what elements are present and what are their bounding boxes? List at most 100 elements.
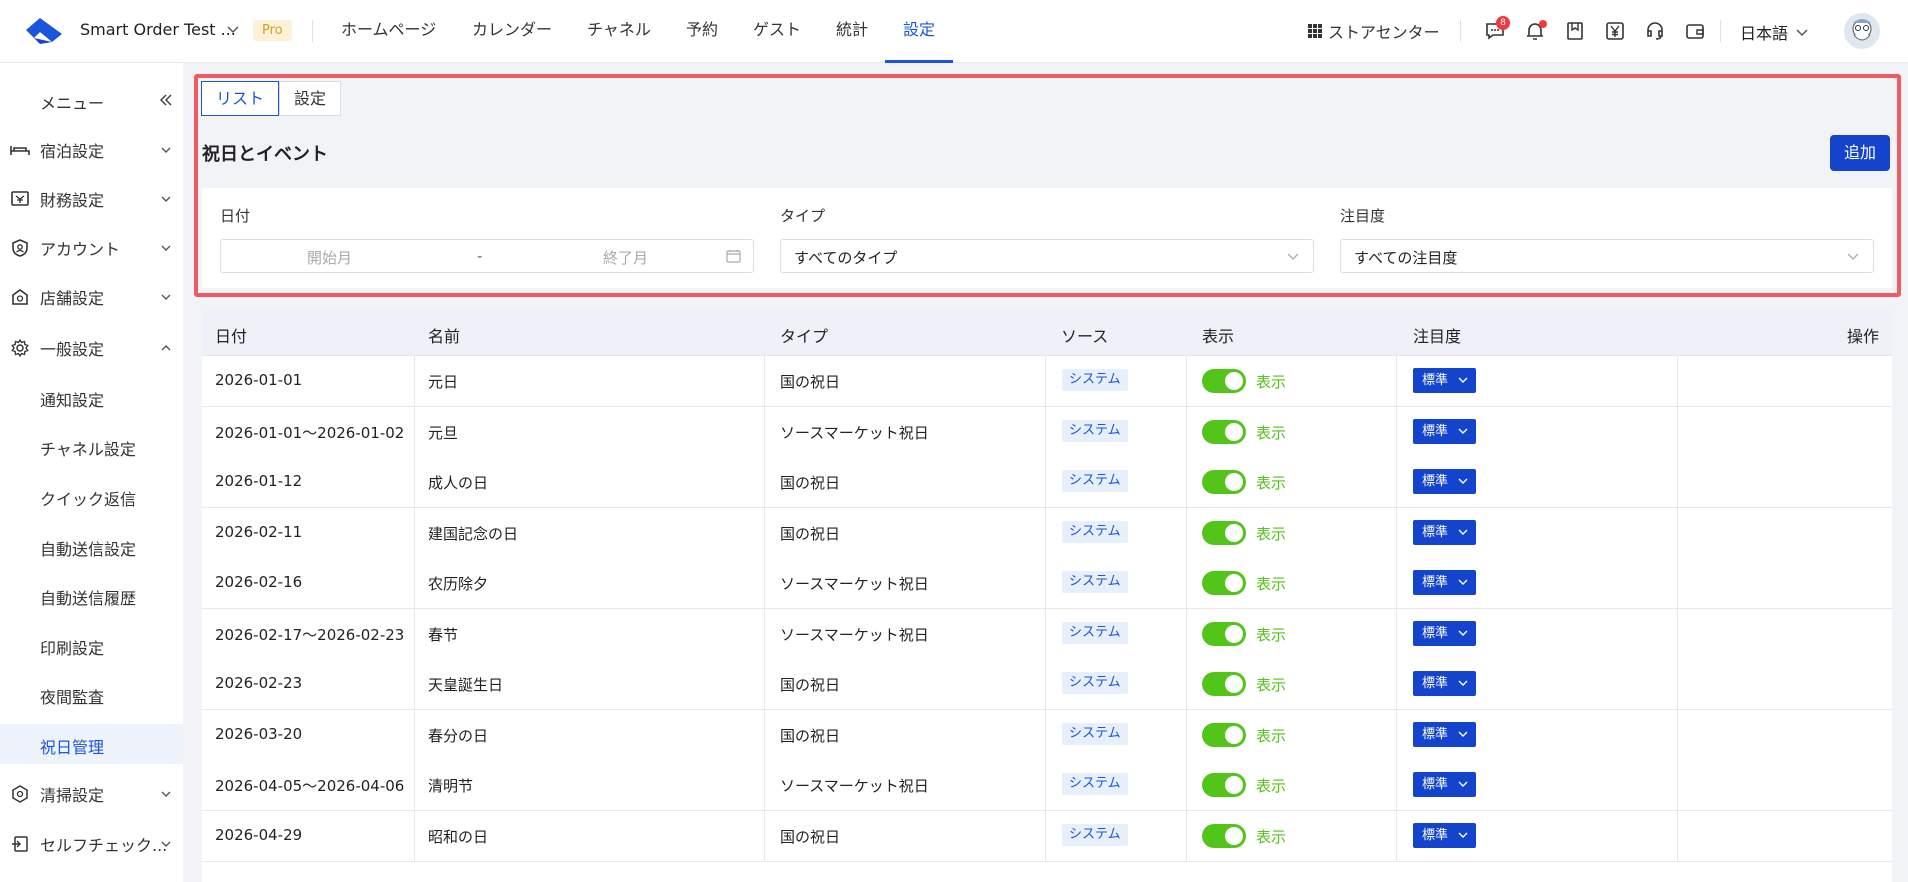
nav-divider: [312, 20, 313, 42]
column-divider: [1677, 810, 1678, 861]
sidebar-sub-auto-send[interactable]: 自動送信設定: [0, 526, 183, 566]
display-toggle[interactable]: [1202, 722, 1246, 747]
type-select[interactable]: すべてのタイプ: [780, 239, 1314, 273]
attention-level-dropdown[interactable]: 標準: [1413, 721, 1476, 747]
attention-level-dropdown[interactable]: 標準: [1413, 469, 1476, 494]
sidebar-item-cleaning[interactable]: 清掃設定: [0, 774, 183, 814]
source-tag: システム: [1062, 369, 1128, 391]
nav-reservation[interactable]: 予約: [686, 0, 718, 63]
bookmark-icon[interactable]: [1564, 20, 1586, 42]
end-month-input[interactable]: 終了月: [603, 247, 648, 268]
chevron-down-icon: [161, 147, 171, 153]
display-toggle[interactable]: [1202, 571, 1246, 595]
display-toggle[interactable]: [1202, 621, 1246, 646]
column-header-source: ソース: [1061, 327, 1109, 346]
cell-name: 天皇誕生日: [428, 676, 504, 694]
display-status: 表示: [1256, 423, 1287, 442]
display-status: 表示: [1256, 726, 1287, 745]
store-name[interactable]: Smart Order Test ...: [80, 20, 236, 39]
sidebar-sub-print[interactable]: 印刷設定: [0, 625, 183, 665]
table-row: 2026-02-23 天皇誕生日 国の祝日 システム 表示 標準: [202, 659, 1892, 710]
nav-guest[interactable]: ゲスト: [753, 0, 801, 63]
cell-name: 清明节: [428, 777, 474, 795]
sidebar-item-finance[interactable]: 財務設定: [0, 179, 183, 219]
column-divider: [1045, 457, 1046, 507]
language-selector[interactable]: 日本語: [1740, 20, 1808, 44]
sidebar-item-label: 一般設定: [40, 340, 105, 359]
sidebar-item-account[interactable]: アカウント: [0, 228, 183, 268]
attention-level-label: 標準: [1422, 676, 1449, 691]
display-toggle[interactable]: [1202, 369, 1246, 393]
display-status: 表示: [1256, 373, 1287, 391]
attention-level-dropdown[interactable]: 標準: [1413, 772, 1476, 797]
sidebar-sub-auto-send-history[interactable]: 自動送信履歴: [0, 575, 183, 615]
sidebar-item-general[interactable]: 一般設定: [0, 328, 183, 368]
display-toggle[interactable]: [1202, 419, 1246, 444]
filter-panel: 日付 開始月 - 終了月 タイプ すべてのタイプ 注目度 すべての注目度: [202, 188, 1892, 288]
start-month-input[interactable]: 開始月: [307, 247, 352, 268]
attention-level-dropdown[interactable]: 標準: [1413, 418, 1476, 444]
column-header-attention: 注目度: [1413, 327, 1462, 346]
display-toggle[interactable]: [1202, 823, 1246, 848]
sidebar-sub-notification[interactable]: 通知設定: [0, 377, 183, 417]
attention-level-dropdown[interactable]: 標準: [1413, 822, 1476, 848]
display-status: 表示: [1256, 575, 1287, 593]
headset-icon[interactable]: [1644, 20, 1666, 42]
cell-type: 国の祝日: [780, 474, 841, 492]
type-filter-label: タイプ: [780, 207, 826, 225]
sidebar-item-store[interactable]: 店舗設定: [0, 277, 183, 317]
display-toggle[interactable]: [1202, 470, 1246, 494]
nav-calendar[interactable]: カレンダー: [472, 0, 552, 63]
store-center-link[interactable]: ストアセンター: [1308, 19, 1440, 43]
chevron-down-icon: [1458, 377, 1468, 383]
collapse-sidebar-icon[interactable]: [158, 93, 174, 107]
column-header-type: タイプ: [780, 327, 829, 346]
nav-statistics[interactable]: 統計: [836, 0, 868, 63]
nav-settings[interactable]: 設定: [885, 0, 954, 63]
column-divider: [1396, 760, 1397, 810]
sidebar-sub-channel[interactable]: チャネル設定: [0, 426, 183, 466]
chevron-down-icon[interactable]: [226, 22, 240, 36]
wallet-icon[interactable]: [1684, 20, 1706, 42]
column-divider: [1045, 558, 1046, 608]
app-logo-icon[interactable]: [22, 12, 66, 48]
date-range-picker[interactable]: 開始月 - 終了月: [220, 239, 754, 273]
display-toggle[interactable]: [1202, 520, 1246, 545]
sidebar-item-self-checkin[interactable]: セルフチェック...: [0, 824, 183, 864]
attention-select-value: すべての注目度: [1354, 249, 1458, 267]
attention-level-dropdown[interactable]: 標準: [1413, 368, 1476, 393]
attention-level-dropdown[interactable]: 標準: [1413, 671, 1476, 696]
sidebar-sub-quick-reply[interactable]: クイック返信: [0, 476, 183, 516]
sidebar-item-lodging[interactable]: 宿泊設定: [0, 130, 183, 170]
sidebar-sub-holiday-management[interactable]: 祝日管理: [0, 724, 183, 764]
column-divider: [1186, 709, 1187, 760]
avatar[interactable]: [1844, 13, 1880, 49]
add-button[interactable]: 追加: [1830, 135, 1890, 171]
tab-settings[interactable]: 設定: [279, 81, 342, 116]
table-header: 日付 名前 タイプ ソース 表示 注目度 操作: [202, 310, 1892, 356]
attention-level-dropdown[interactable]: 標準: [1413, 620, 1476, 646]
cell-name: 建国記念の日: [428, 524, 519, 543]
sidebar-sub-night-audit[interactable]: 夜間監査: [0, 674, 183, 714]
nav-channel[interactable]: チャネル: [587, 0, 651, 63]
cell-date: 2026-02-16: [215, 573, 303, 591]
column-divider: [1677, 507, 1678, 558]
source-tag: システム: [1062, 419, 1128, 442]
attention-level-dropdown[interactable]: 標準: [1413, 570, 1476, 595]
cell-type: ソースマーケット祝日: [780, 575, 929, 593]
finance-icon: [11, 191, 29, 206]
display-toggle[interactable]: [1202, 773, 1246, 797]
source-tag: システム: [1062, 621, 1128, 644]
attention-level-label: 標準: [1422, 474, 1449, 489]
column-divider: [1677, 558, 1678, 608]
attention-select[interactable]: すべての注目度: [1340, 239, 1874, 273]
yen-icon[interactable]: [1604, 20, 1626, 42]
nav-home[interactable]: ホームページ: [341, 0, 436, 63]
tab-list[interactable]: リスト: [201, 81, 280, 116]
display-toggle[interactable]: [1202, 672, 1246, 696]
table-row: 2026-04-29 昭和の日 国の祝日 システム 表示 標準: [202, 810, 1892, 862]
column-header-display: 表示: [1202, 327, 1235, 346]
chevron-down-icon: [1847, 253, 1859, 260]
attention-level-dropdown[interactable]: 標準: [1413, 519, 1476, 545]
view-tabs: リスト 設定: [201, 81, 342, 116]
